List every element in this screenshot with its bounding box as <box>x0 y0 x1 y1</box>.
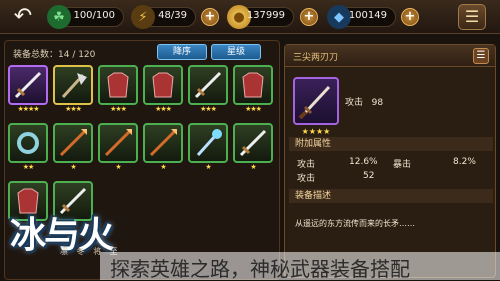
sort-descending-tab[interactable]: 降序 <box>157 44 207 60</box>
bonus-section-title: 附加属性 <box>289 137 493 151</box>
clover-counter: ☘ 100/100 <box>47 5 124 29</box>
slot-stars: ★ <box>205 163 211 171</box>
ring-icon <box>8 123 48 163</box>
slot-stars: ★ <box>70 163 76 171</box>
sort-star-tab[interactable]: 星级 <box>211 44 261 60</box>
detail-menu-icon[interactable]: ☰ <box>473 48 489 64</box>
item-preview <box>293 77 339 125</box>
slot-stars: ★★ <box>22 163 35 171</box>
game-logo: 冰与火 凛 冬 将 至 <box>4 200 184 258</box>
slot-stars: ★ <box>250 163 256 171</box>
inventory-slot[interactable]: ★ <box>98 123 138 173</box>
inventory-slot[interactable]: ★★★ <box>98 65 138 115</box>
add-diamond-button[interactable]: + <box>401 8 419 26</box>
slot-stars: ★★★ <box>245 105 262 113</box>
inventory-slot[interactable]: ★★★ <box>188 65 228 115</box>
inventory-slot[interactable]: ★ <box>233 123 273 173</box>
diamond-icon: ◆ <box>327 5 351 29</box>
inventory-slot[interactable]: ★★★ <box>53 65 93 115</box>
caption-text: 探索英雄之路，神秘武器装备搭配 <box>110 257 410 281</box>
bonus-value-2: 8.2% <box>453 157 476 167</box>
base-attack: 攻击 98 <box>345 95 383 108</box>
add-gold-button[interactable]: + <box>300 8 318 26</box>
clover-icon: ☘ <box>47 5 71 29</box>
clover-value: 100/100 <box>73 10 115 21</box>
attack-value: 98 <box>371 98 384 108</box>
back-arrow-icon[interactable]: ↶ <box>8 5 38 29</box>
armor-icon <box>143 65 183 105</box>
sword-icon <box>188 65 228 105</box>
inventory-slot[interactable]: ★★ <box>8 123 48 173</box>
spear-icon <box>98 123 138 163</box>
add-energy-button[interactable]: + <box>201 8 219 26</box>
lightning-icon: ⚡ <box>131 5 155 29</box>
slot-stars: ★ <box>115 163 121 171</box>
item-detail-panel: 三尖两刃刀 ☰ ★★★★ 攻击 98 附加属性 攻击 12.6% 暴击 8.2%… <box>284 44 496 278</box>
detail-header: 三尖两刃刀 ☰ <box>285 45 495 67</box>
equipment-count: 装备总数：14 / 120 <box>13 50 96 60</box>
gold-value: 137999 <box>246 10 285 21</box>
bonus-value-3: 52 <box>363 171 375 181</box>
slot-stars: ★★★ <box>110 105 127 113</box>
description-section-title: 装备描述 <box>289 189 493 203</box>
bonus-value-1: 12.6% <box>349 157 378 167</box>
slot-stars: ★★★ <box>155 105 172 113</box>
armor-icon <box>98 65 138 105</box>
item-description: 从遥远的东方流传而来的长矛…… <box>295 219 415 228</box>
gold-counter: ● 137999 <box>227 5 294 29</box>
inventory-slot[interactable]: ★ <box>143 123 183 173</box>
bag-icon[interactable]: ☰ <box>458 4 486 30</box>
bonus-label-2: 暴击 <box>393 160 412 170</box>
energy-value: 48/39 <box>158 10 187 21</box>
spear-icon <box>53 123 93 163</box>
diamond-value: 100149 <box>348 10 387 21</box>
axe-icon <box>53 65 93 105</box>
slot-stars: ★ <box>160 163 166 171</box>
inventory-slot[interactable]: ★★★ <box>143 65 183 115</box>
bonus-label-3: 攻击 <box>297 174 316 184</box>
item-name: 三尖两刃刀 <box>293 53 339 63</box>
sword-icon <box>233 123 273 163</box>
inventory-slot[interactable]: ★ <box>53 123 93 173</box>
bonus-label-1: 攻击 <box>297 160 316 170</box>
inventory-slot[interactable]: ★★★★ <box>8 65 48 115</box>
slot-stars: ★★★ <box>65 105 82 113</box>
sword-icon <box>8 65 48 105</box>
slot-stars: ★★★ <box>200 105 217 113</box>
energy-counter: ⚡ 48/39 <box>131 5 196 29</box>
inventory-slot[interactable]: ★ <box>188 123 228 173</box>
spear-icon <box>143 123 183 163</box>
top-bar: ↶ ☘ 100/100 ⚡ 48/39 + ● 137999 + ◆ 10014… <box>0 0 500 34</box>
attack-label: 攻击 <box>345 98 364 108</box>
item-stars: ★★★★ <box>301 127 331 136</box>
armor-icon <box>233 65 273 105</box>
slot-stars: ★★★★ <box>17 105 39 113</box>
inventory-slot[interactable]: ★★★ <box>233 65 273 115</box>
caption-banner: 探索英雄之路，神秘武器装备搭配 <box>100 252 500 281</box>
staff-icon <box>188 123 228 163</box>
diamond-counter: ◆ 100149 <box>327 5 396 29</box>
sword-icon <box>298 85 331 120</box>
